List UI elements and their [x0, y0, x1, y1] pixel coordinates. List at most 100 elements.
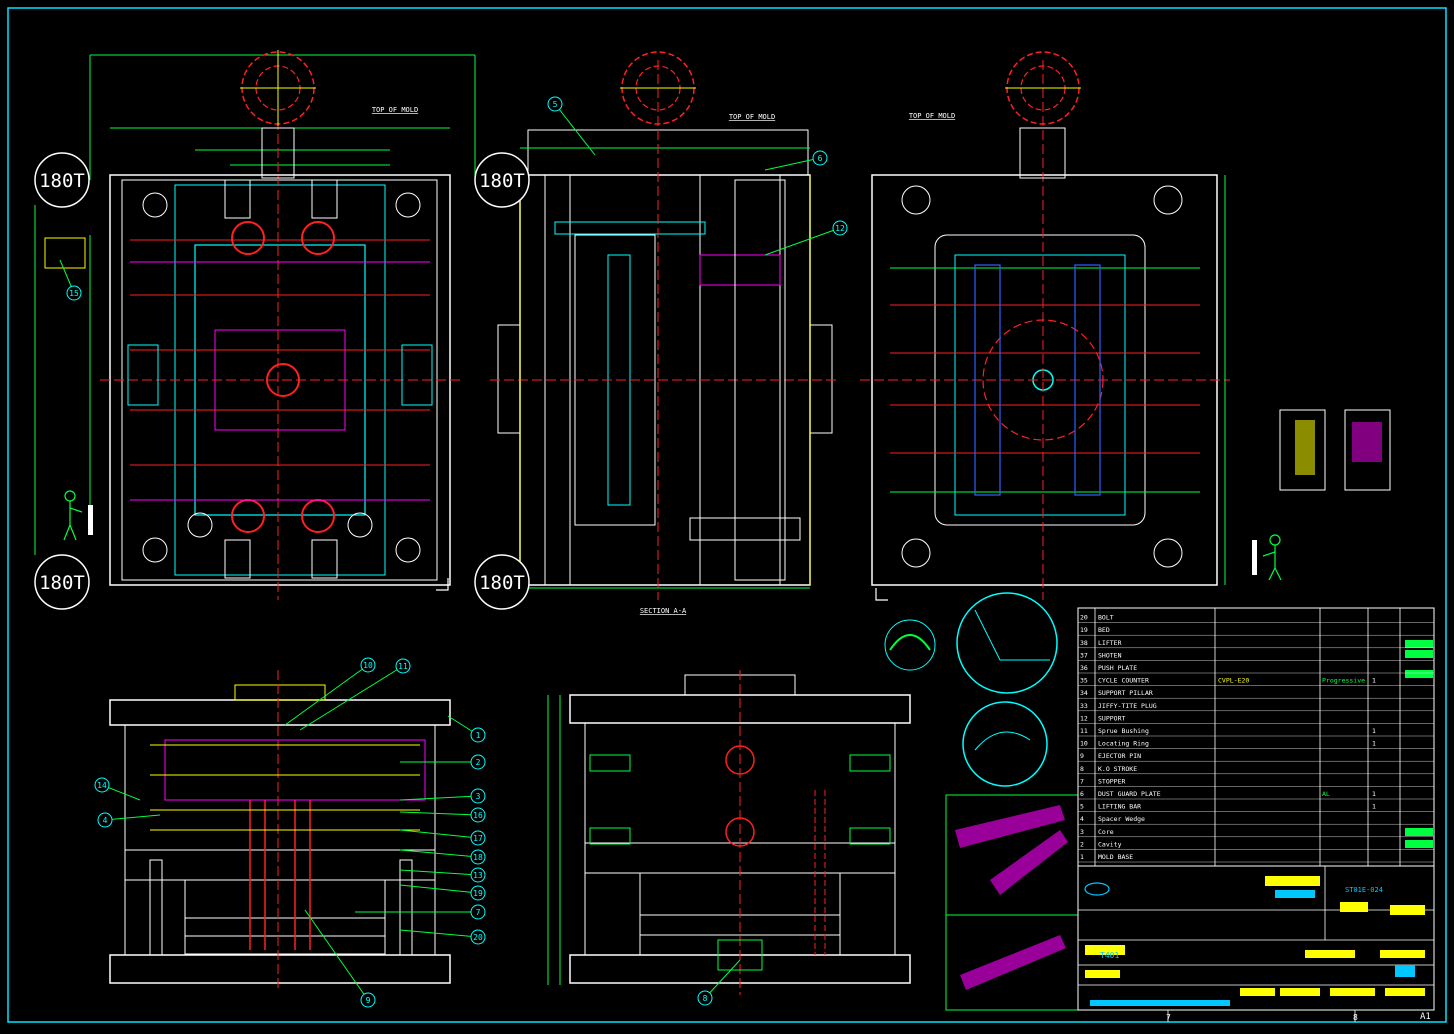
balloon: 11 [299, 658, 411, 731]
side-view [490, 51, 840, 600]
balloon: 12 [764, 220, 848, 256]
svg-text:18: 18 [473, 853, 483, 862]
view-title: TOP OF MOLD [909, 112, 955, 120]
bom-cell-no: 19 [1080, 626, 1088, 634]
svg-text:180T: 180T [39, 170, 85, 192]
svg-text:10: 10 [363, 661, 373, 670]
svg-text:3: 3 [476, 792, 481, 801]
bom-cell-no: 11 [1080, 727, 1088, 735]
bom-rows: 20 BOLT19 BED38 LIFTER37 SHOTEN36 PUSH PLATE3… [1078, 614, 1434, 863]
bom-cell-no: 1 [1080, 853, 1084, 861]
bom-cell-material: AL [1322, 790, 1330, 798]
balloon: 7 [355, 904, 486, 920]
bom-cell-no: 33 [1080, 702, 1088, 710]
bom-cell-name: STOPPER [1098, 777, 1125, 785]
drawing-code: ST01E-024 [1345, 886, 1383, 894]
balloon: 3 [399, 788, 486, 804]
view-corner-mark [436, 578, 449, 591]
bom-cell-name: Locating Ring [1098, 740, 1149, 748]
bom-cell-name: PUSH PLATE [1098, 664, 1137, 672]
svg-text:17: 17 [473, 834, 483, 843]
svg-text:9: 9 [366, 996, 371, 1005]
bom-cell-name: DUST GUARD PLATE [1098, 790, 1161, 798]
zone-label: 8 [1353, 1013, 1358, 1022]
scale-figure-icon [63, 490, 1282, 581]
bom-cell-name: LIFTING BAR [1098, 803, 1141, 811]
svg-text:8: 8 [703, 994, 708, 1003]
bom-cell-name: SUPPORT PILLAR [1098, 689, 1153, 697]
view-corner-mark [875, 588, 888, 601]
balloon: 5 [547, 96, 596, 156]
bom-cell-no: 37 [1080, 651, 1088, 659]
bom-cell-name: Core [1098, 828, 1114, 836]
svg-text:12: 12 [835, 224, 845, 233]
tonnage-label: 180T [34, 554, 90, 610]
svg-text:19: 19 [473, 889, 483, 898]
bom-cell-no: 9 [1080, 752, 1084, 760]
bom-cell-no: 8 [1080, 765, 1084, 773]
bom-cell-no: 2 [1080, 840, 1084, 848]
bom-cell-name: JIFFY-TITE PLUG [1098, 702, 1157, 710]
bom-cell-name: LIFTER [1098, 639, 1122, 647]
svg-text:13: 13 [473, 871, 483, 880]
scale-bar [1252, 540, 1257, 575]
bom-cell-name: EJECTOR PIN [1098, 752, 1141, 760]
balloon: 15 [59, 259, 82, 301]
zone-label: 7 [1166, 1013, 1171, 1022]
svg-text:6: 6 [818, 154, 823, 163]
bom-cell-name: BED [1098, 626, 1110, 634]
balloon: 6 [764, 150, 828, 171]
svg-text:14: 14 [97, 781, 107, 790]
svg-text:4: 4 [103, 816, 108, 825]
bom-cell-no: 35 [1080, 677, 1088, 685]
detail-views [884, 592, 1079, 1011]
scale-bar [88, 505, 93, 535]
tonnage-label: 180T [474, 152, 530, 208]
bom-cell-name: Spacer Wedge [1098, 815, 1145, 823]
bom-cell-name: CYCLE COUNTER [1098, 677, 1149, 685]
bom-table [1077, 607, 1435, 867]
bom-cell-name: K.O STROKE [1098, 765, 1137, 773]
svg-text:11: 11 [398, 662, 408, 671]
bom-cell-no: 34 [1080, 689, 1088, 697]
svg-text:20: 20 [473, 933, 483, 942]
view-title: SECTION A-A [640, 607, 687, 615]
bom-cell-no: 20 [1080, 614, 1088, 622]
svg-text:180T: 180T [479, 170, 525, 192]
view-title: TOP OF MOLD [372, 106, 418, 114]
balloon: 18 [399, 849, 486, 865]
svg-text:180T: 180T [39, 572, 85, 594]
bom-cell-qty: 1 [1372, 740, 1376, 748]
balloon: 1 [447, 715, 486, 743]
bom-cell-name: Cavity [1098, 840, 1122, 848]
plan-view-core-side [860, 51, 1391, 600]
bom-cell-no: 36 [1080, 664, 1088, 672]
bom-cell-no: 6 [1080, 790, 1084, 798]
bom-cell-qty: 1 [1372, 727, 1376, 735]
view-title: TOP OF MOLD [729, 113, 775, 121]
balloon: 4 [97, 812, 161, 828]
bom-cell-qty: 1 [1372, 677, 1376, 685]
svg-text:2: 2 [476, 758, 481, 767]
bom-cell-no: 12 [1080, 714, 1088, 722]
plan-view-cavity-side [34, 50, 476, 600]
svg-text:180T: 180T [479, 572, 525, 594]
bom-cell-material: Progressive [1322, 677, 1365, 685]
tonnage-label: 180T [474, 554, 530, 610]
svg-text:1: 1 [476, 731, 481, 740]
bom-cell-name: SHOTEN [1098, 651, 1122, 659]
section-view-a [109, 670, 451, 990]
sheet-size: A1 [1420, 1012, 1431, 1022]
bom-cell-no: 4 [1080, 815, 1084, 823]
bom-cell-name: SUPPORT [1098, 714, 1125, 722]
balloon: 20 [399, 929, 486, 945]
cad-drawing-canvas: 180T 180T 180T 180T TOP OF MOLD TOP OF M… [0, 0, 1454, 1030]
mold-assembly-drawing: 180T 180T 180T 180T TOP OF MOLD TOP OF M… [7, 7, 1447, 1023]
bom-cell-qty: 1 [1372, 803, 1376, 811]
bom-cell-name: Sprue Bushing [1098, 727, 1149, 735]
svg-text:15: 15 [69, 289, 79, 298]
bom-cell-no: 7 [1080, 777, 1084, 785]
part-number: T401 [1100, 951, 1119, 960]
bom-cell-no: 5 [1080, 803, 1084, 811]
balloon: 17 [399, 829, 486, 846]
